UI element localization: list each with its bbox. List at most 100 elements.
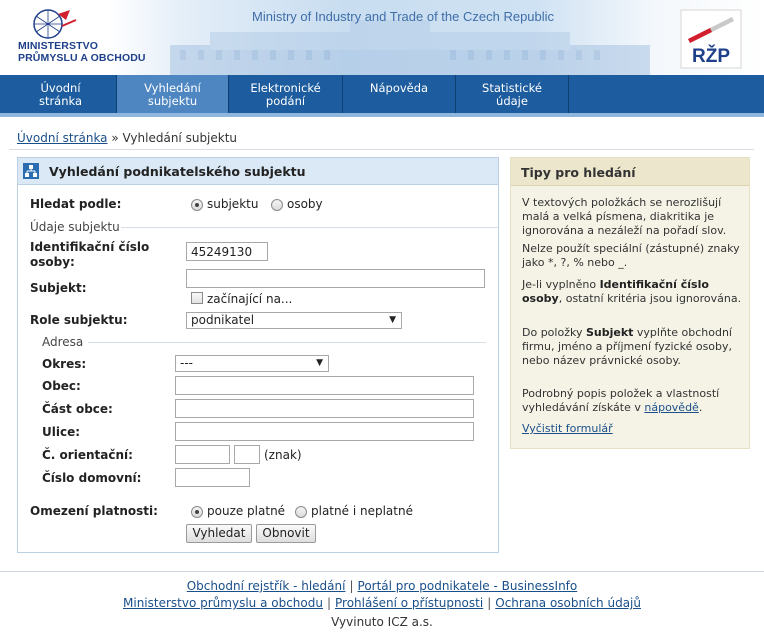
nav-label: stránka	[38, 94, 83, 108]
tip-text: Je-li vyplněno	[522, 278, 600, 291]
search-button[interactable]: Vyhledat	[186, 524, 252, 543]
help-link[interactable]: nápovědě	[644, 401, 698, 414]
nav-item-electronic-filing[interactable]: Elektronické podání	[229, 75, 342, 113]
tips-header: Tipy pro hledání	[511, 158, 749, 186]
obec-label: Obec:	[42, 379, 81, 393]
orientacni-letter-input[interactable]	[234, 445, 260, 464]
ico-label-line-1: Identifikační číslo	[30, 240, 150, 254]
domovni-label: Číslo domovní:	[42, 471, 142, 485]
subject-input[interactable]	[186, 269, 485, 288]
nav-item-home[interactable]: Úvodní stránka	[5, 75, 116, 113]
clear-form-link[interactable]: Vyčistit formulář	[522, 422, 613, 435]
footer-link-accessibility[interactable]: Prohlášení o přístupnosti	[335, 596, 483, 610]
search-panel: Vyhledání podnikatelského subjektu Hleda…	[17, 157, 499, 553]
footer-link-business-register[interactable]: Obchodní rejstřík - hledání	[187, 579, 346, 593]
nav-label: údaje	[496, 94, 528, 108]
footer-separator: |	[349, 579, 354, 593]
ministry-logo-text: MINISTERSTVO PRŮMYSLU A OBCHODU	[18, 40, 146, 64]
breadcrumb-current: Vyhledání subjektu	[122, 131, 238, 145]
hierarchy-icon	[23, 163, 39, 179]
search-by-subject-label: subjektu	[207, 197, 259, 211]
nav-item-help[interactable]: Nápověda	[343, 75, 455, 113]
starts-with-label: začínající na...	[207, 292, 293, 306]
breadcrumb-separator: »	[111, 131, 119, 145]
ulice-label: Ulice:	[42, 425, 81, 439]
footer-row-2: Ministerstvo průmyslu a obchodu | Prohláše…	[0, 595, 764, 612]
orientacni-label: Č. orientační:	[42, 448, 133, 462]
chevron-down-icon: ▼	[316, 358, 323, 368]
logo-line-2: PRŮMYSLU A OBCHODU	[18, 52, 146, 64]
breadcrumb: Úvodní stránka » Vyhledání subjektu	[17, 131, 237, 145]
search-by-person-radio[interactable]	[271, 199, 283, 211]
validity-label: Omezení platnosti:	[30, 504, 158, 518]
okres-select[interactable]: --- ▼	[175, 355, 329, 372]
site-header: MINISTERSTVO PRŮMYSLU A OBCHODU Ministry…	[0, 0, 764, 75]
footer-divider	[0, 571, 764, 572]
nav-label: podání	[265, 94, 306, 108]
tip-help-reference: Podrobný popis položek a vlastností vyhl…	[522, 387, 744, 415]
okres-select-value: ---	[180, 356, 193, 370]
search-by-subject-radio[interactable]	[191, 199, 203, 211]
search-panel-header: Vyhledání podnikatelského subjektu	[18, 158, 498, 185]
footer-separator: |	[326, 596, 332, 610]
tip-no-wildcards: Nelze použít speciální (zástupné) znaky …	[522, 242, 740, 269]
ulice-input[interactable]	[175, 422, 474, 441]
subject-section-title: Údaje subjektu	[30, 220, 120, 234]
footer-row-1: Obchodní rejstřík - hledání | Portál pro p…	[0, 578, 764, 595]
nav-label: subjektu	[147, 94, 198, 108]
footer-credit: Vyvinuto ICZ a.s.	[331, 615, 433, 629]
footer-link-businessinfo[interactable]: Portál pro podnikatele - BusinessInfo	[358, 579, 578, 593]
tip-text: Do položky	[522, 326, 586, 339]
site-footer: Obchodní rejstřík - hledání | Portál pro p…	[0, 578, 764, 631]
orientacni-number-input[interactable]	[175, 445, 230, 464]
validity-all-radio[interactable]	[295, 506, 307, 518]
znak-label: (znak)	[264, 448, 302, 462]
nav-item-search-subject[interactable]: Vyhledání subjektu	[117, 75, 228, 113]
tip-bold: Subjekt	[585, 326, 634, 339]
ico-label: Identifikační číslo osoby:	[30, 240, 149, 270]
footer-link-privacy[interactable]: Ochrana osobních údajů	[495, 596, 641, 610]
subject-label: Subjekt:	[30, 281, 87, 295]
role-select[interactable]: podnikatel ▼	[186, 312, 402, 329]
okres-label: Okres:	[42, 357, 87, 371]
search-by-label: Hledat podle:	[30, 197, 122, 211]
reset-button[interactable]: Obnovit	[256, 524, 316, 543]
breadcrumb-home-link[interactable]: Úvodní stránka	[17, 131, 108, 145]
cast-obce-label: Část obce:	[42, 402, 113, 416]
rzp-logo: RŽP	[680, 9, 742, 69]
cast-obce-input[interactable]	[175, 399, 474, 418]
starts-with-checkbox[interactable]	[191, 292, 203, 304]
role-select-value: podnikatel	[191, 313, 255, 327]
validity-valid-only-radio[interactable]	[191, 506, 203, 518]
footer-separator: |	[487, 596, 492, 610]
ico-input[interactable]: 45249130	[186, 242, 268, 261]
building-image	[170, 20, 650, 75]
domovni-input[interactable]	[175, 468, 250, 487]
obec-input[interactable]	[175, 376, 474, 395]
validity-valid-only-label: pouze platné	[207, 504, 286, 518]
search-by-person-label: osoby	[287, 197, 323, 211]
search-panel-title: Vyhledání podnikatelského subjektu	[49, 164, 306, 179]
breadcrumb-divider	[9, 149, 754, 150]
validity-all-label: platné i neplatné	[311, 504, 413, 518]
tip-case-insensitive: V textových položkách se nerozlišují mal…	[522, 196, 727, 237]
tips-panel: Tipy pro hledání V textových položkách s…	[510, 157, 750, 449]
nav-separator	[568, 75, 569, 113]
footer-link-ministry[interactable]: Ministerstvo průmyslu a obchodu	[123, 596, 323, 610]
nav-item-statistics[interactable]: Statistické údaje	[456, 75, 568, 113]
nav-label: Nápověda	[369, 81, 429, 95]
address-section-title: Adresa	[42, 335, 84, 349]
tip-text: .	[698, 401, 703, 414]
address-section-divider	[88, 342, 486, 343]
ministry-title: Ministry of Industry and Trade of the Cz…	[252, 9, 555, 24]
tip-ico-priority: Je-li vyplněno Identifikační číslo osoby…	[522, 278, 744, 306]
logo-line-1: MINISTERSTVO	[18, 40, 98, 52]
rzp-logo-text: RŽP	[692, 45, 730, 67]
tip-subject-field: Do položky Subjekt vyplňte obchodní firm…	[522, 326, 744, 368]
tip-text: , ostatní kritéria jsou ignorována.	[558, 292, 742, 305]
role-label: Role subjektu:	[30, 313, 128, 327]
chevron-down-icon: ▼	[389, 315, 396, 325]
tips-title: Tipy pro hledání	[521, 165, 636, 180]
main-navigation: Úvodní stránka Vyhledání subjektu Elektr…	[0, 75, 764, 117]
clear-form-container: Vyčistit formulář	[522, 422, 744, 436]
